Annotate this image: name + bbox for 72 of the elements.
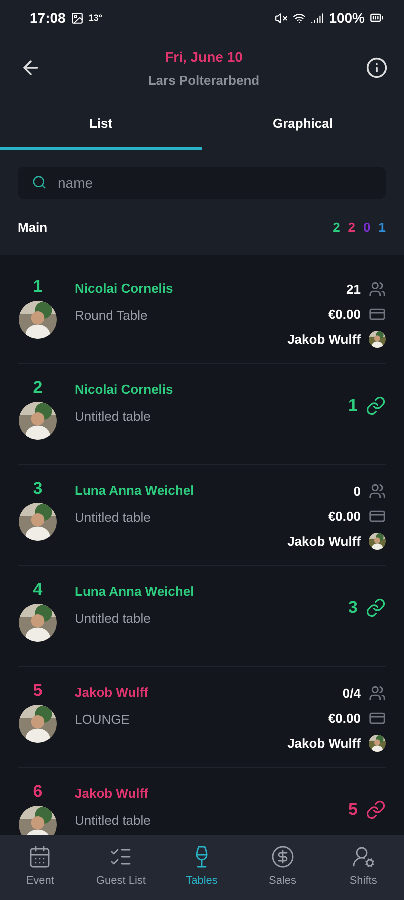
link-icon <box>366 598 386 618</box>
guest-count: 0 <box>354 484 361 499</box>
mute-icon <box>275 12 288 24</box>
guest-name: Luna Anna Weichel <box>75 483 196 498</box>
linked-count: 5 <box>348 800 358 820</box>
table-row[interactable]: 3 Luna Anna Weichel Untitled table 0 €0.00 Jakob Wulff <box>18 465 386 566</box>
amount: €0.00 <box>328 307 361 322</box>
table-row[interactable]: 2 Nicolai Cornelis Untitled table 1 <box>18 364 386 465</box>
table-number: 1 <box>33 277 43 297</box>
card-icon <box>369 508 386 525</box>
temperature: 13° <box>88 13 102 23</box>
nav-tab[interactable]: Shifts <box>323 835 404 900</box>
table-name: Untitled table <box>75 409 152 424</box>
table-name: Round Table <box>75 308 149 323</box>
table-row[interactable]: 5 Jakob Wulff LOUNGE 0/4 €0.00 Jakob Wulff <box>18 667 386 768</box>
table-number: 5 <box>33 681 43 701</box>
event-name: Lars Polterarbend <box>148 72 260 88</box>
guest-count: 21 <box>346 282 361 297</box>
people-icon <box>369 281 386 298</box>
guest-name: Nicolai Cornelis <box>75 281 174 296</box>
battery-icon <box>370 11 384 25</box>
guest-name: Nicolai Cornelis <box>75 382 174 397</box>
table-row[interactable]: 1 Nicolai Cornelis Round Table 21 €0.00 Jakob Wulff <box>18 263 386 364</box>
image-icon <box>70 12 84 24</box>
status-count: 0 <box>364 220 371 234</box>
status-count: 2 <box>348 220 356 234</box>
table-number: 2 <box>33 378 43 398</box>
table-number: 3 <box>33 479 43 499</box>
nav-tab[interactable]: Sales <box>242 835 324 900</box>
table-number: 4 <box>33 580 43 600</box>
nav-tab[interactable]: Event <box>0 835 81 900</box>
table-name: Untitled table <box>75 611 152 626</box>
section-title: Main <box>18 220 48 234</box>
card-icon <box>369 710 386 727</box>
search-icon <box>32 175 47 190</box>
table-number: 6 <box>33 782 43 802</box>
guest-name: Jakob Wulff <box>75 786 150 801</box>
dollar-icon <box>270 845 295 869</box>
link-icon <box>366 800 386 820</box>
amount: €0.00 <box>328 711 361 726</box>
view-tab[interactable]: Graphical <box>202 100 404 150</box>
view-tab[interactable]: List <box>0 100 202 150</box>
nav-tab[interactable]: Tables <box>162 835 242 900</box>
status-count: 2 <box>333 220 340 234</box>
signal-icon <box>311 12 324 24</box>
event-date: Fri, June 10 <box>165 48 243 64</box>
link-icon <box>366 396 386 416</box>
table-name: LOUNGE <box>75 712 131 727</box>
waiter-name: Jakob Wulff <box>288 534 361 549</box>
status-count: 1 <box>378 220 386 234</box>
nav-tab[interactable]: Guest List <box>80 835 162 900</box>
guest-name: Luna Anna Weichel <box>75 584 196 599</box>
card-icon <box>369 306 386 323</box>
battery-level: 100% <box>329 10 365 26</box>
waiter-name: Jakob Wulff <box>288 332 361 347</box>
linked-count: 3 <box>348 598 358 618</box>
waiter-name: Jakob Wulff <box>288 736 361 751</box>
wifi-icon <box>293 12 306 24</box>
guest-count: 0/4 <box>342 686 361 701</box>
people-icon <box>369 685 386 702</box>
linked-count: 1 <box>348 396 358 416</box>
guest-name: Jakob Wulff <box>75 685 150 700</box>
search-field[interactable]: name <box>18 167 386 199</box>
info-button[interactable] <box>366 57 388 79</box>
table-name: Untitled table <box>75 510 152 525</box>
calendar-icon <box>28 845 52 869</box>
people-icon <box>369 483 386 500</box>
amount: €0.00 <box>328 509 361 524</box>
user-gear-icon <box>352 845 376 869</box>
clock-time: 17:08 <box>30 10 66 26</box>
table-row[interactable]: 4 Luna Anna Weichel Untitled table 3 <box>18 566 386 667</box>
table-name: Untitled table <box>75 813 152 828</box>
